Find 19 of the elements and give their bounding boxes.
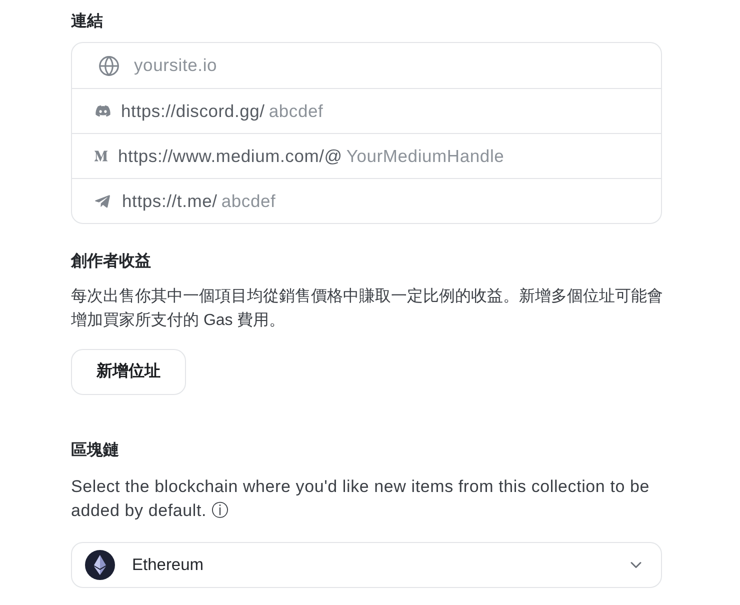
- url-input[interactable]: YourMediumHandle: [346, 142, 645, 170]
- globe-icon: [98, 54, 120, 76]
- url-prefix: https://www.medium.com/@: [118, 144, 342, 168]
- blockchain-description: Select the blockchain where you'd like new items from this collection to be added by default. ⓘ: [71, 476, 651, 522]
- url-prefix: https://t.me/: [122, 190, 218, 213]
- medium-icon: [94, 149, 108, 163]
- section-heading: 區塊鏈: [71, 440, 119, 461]
- url-input[interactable]: abcdef: [221, 188, 645, 214]
- royalties-description: 每次出售你其中一個項目均從銷售價格中賺取一定比例的收益。新增多個位址可能會增加買家所支付的 Gas 費用。: [71, 286, 664, 331]
- add-address-button[interactable]: 新增位址: [71, 349, 186, 395]
- blockchain-select[interactable]: Ethereum: [71, 542, 662, 588]
- discord-icon: [95, 103, 111, 119]
- section-heading: 創作者收益: [71, 252, 151, 272]
- url-prefix: https://discord.gg/: [121, 100, 265, 123]
- url-input[interactable]: abcdef: [268, 98, 645, 124]
- paper-plane-icon: [94, 192, 111, 210]
- url-input[interactable]: yoursite.io: [134, 52, 645, 79]
- section-heading: 連結: [71, 12, 103, 32]
- ethereum-icon: [85, 550, 115, 580]
